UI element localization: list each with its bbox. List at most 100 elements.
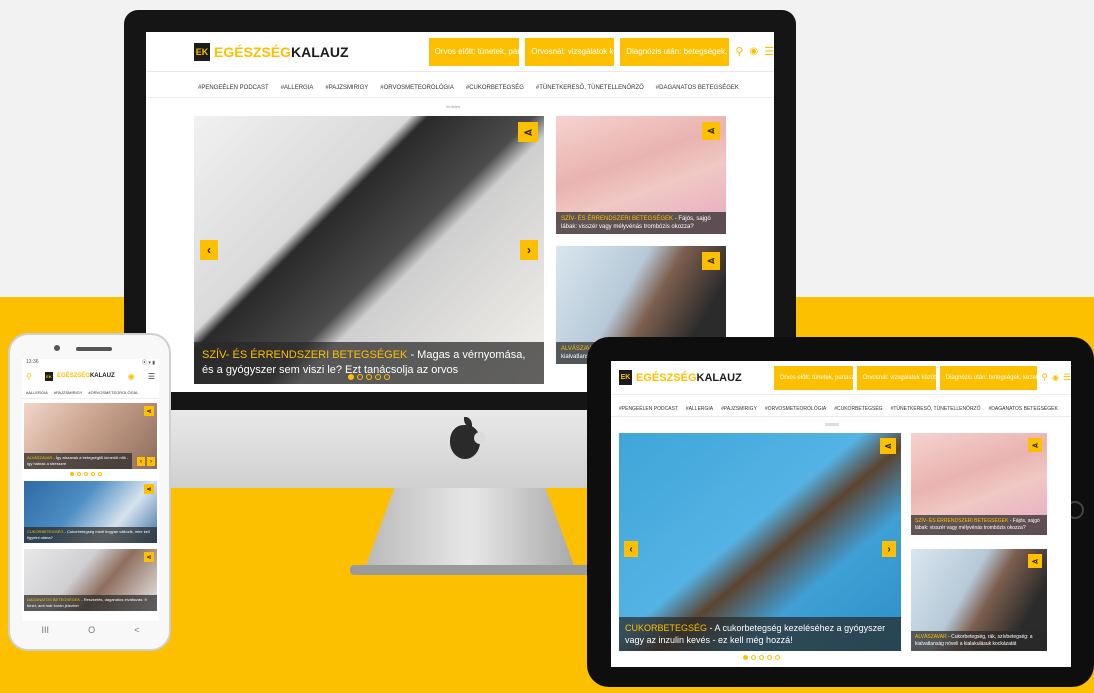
menu-at-doctor[interactable]: Orvosnál: vizsgálatok között ▾ [856,365,936,390]
user-icon[interactable]: ◉ [1052,373,1059,382]
side-category[interactable]: ALVÁSZAVAR [915,634,947,640]
carousel-dot[interactable] [84,472,88,476]
hamburger-icon[interactable]: ☰ [148,372,155,381]
share-icon[interactable]: ⋖ [518,122,538,142]
card-caption: DAGANATOS BETEGSÉGEK - Reszketés, dagana… [24,595,157,611]
tag-link[interactable]: #DAGANATOS BETEGSÉGEK [989,406,1058,412]
tablet-device: EK EGÉSZSÉG KALAUZ Orvos előtt: tünetek,… [587,337,1094,687]
user-icon[interactable]: ◉ [128,372,135,381]
share-icon[interactable]: ⋖ [702,252,720,270]
recent-apps-button[interactable]: III [42,625,50,635]
home-button[interactable]: O [88,625,95,635]
user-icon[interactable]: ◉ [749,46,758,57]
share-icon[interactable]: ⋖ [144,406,154,416]
chevron-right-icon[interactable]: › [147,457,155,466]
tag-link[interactable]: #ORVOSMETEOROLÓGIA [88,390,137,395]
hamburger-icon[interactable]: ☰ [764,45,774,58]
share-icon[interactable]: ⋖ [702,122,720,140]
carousel-dot[interactable] [759,655,764,660]
share-icon[interactable]: ⋖ [880,438,896,454]
tag-bar: #ALLERGIA #PAJZSMIRIGY #ORVOSMETEOROLÓGI… [22,387,159,399]
search-icon[interactable]: ⚲ [1041,372,1048,383]
share-icon[interactable]: ⋖ [144,552,154,562]
tag-link[interactable]: #PAJZSMIRIGY [54,390,83,395]
monitor-stand [365,488,575,568]
tag-bar: #PENGEÉLEN PODCAST #ALLERGIA #PAJZSMIRIG… [611,401,1071,417]
ad-bar [825,423,839,426]
tag-link[interactable]: #ALLERGIA [686,406,713,412]
hamburger-icon[interactable]: ☰ [1063,372,1071,383]
carousel-dot[interactable] [775,655,780,660]
carousel-dot[interactable] [366,374,372,380]
site-logo[interactable]: EK EGÉSZSÉG KALAUZ [44,371,115,381]
hero-article[interactable]: ⋖ ‹ › CUKORBETEGSÉG - A cukorbetegség ke… [619,433,901,651]
phone-card[interactable]: ⋖ DAGANATOS BETEGSÉGEK - Reszketés, daga… [24,549,157,611]
carousel-dot[interactable] [70,472,74,476]
carousel-dot[interactable] [357,374,363,380]
carousel-dot[interactable] [77,472,81,476]
site-logo[interactable]: EK EGÉSZSÉG KALAUZ [194,42,349,61]
phone-device: 13:36 ⦿ ▾ ▮ ⚲ EK EGÉSZSÉG KALAUZ ◉ ☰ #AL… [8,333,171,651]
search-icon[interactable]: ⚲ [26,372,32,381]
status-time: 13:36 [26,359,39,365]
search-icon[interactable]: ⚲ [735,45,743,58]
tag-link[interactable]: #CUKORBETEGSÉG [834,406,882,412]
carousel-dots [70,472,102,476]
menu-after-diagnosis[interactable]: Diagnózis után: betegségek, kezelések ▾ [939,365,1038,390]
side-article[interactable]: ⋖ SZÍV- ÉS ÉRRENDSZERI BETEGSÉGEK - Fájó… [556,116,726,234]
share-icon[interactable]: ⋖ [144,484,154,494]
card-category[interactable]: CUKORBETEGSÉG [27,529,63,534]
back-button[interactable]: < [134,625,139,635]
tag-link[interactable]: #TÜNETKERESŐ, TÜNETELLENŐRZŐ [536,85,644,91]
carousel-dot[interactable] [348,374,354,380]
phone-card[interactable]: ⋖ CUKORBETEGSÉG - Cukorbetegség miatt ho… [24,481,157,543]
menu-before-doctor[interactable]: Orvos előtt: tünetek, panaszok ▾ [773,365,853,390]
side-article[interactable]: ⋖ ALVÁSZAVAR - Cukorbetegség, rák, szívb… [911,549,1047,651]
carousel-dots [348,374,390,380]
tag-link[interactable]: #ALLERGIA [26,390,48,395]
carousel-dots [743,655,780,660]
site-header: ⚲ EK EGÉSZSÉG KALAUZ ◉ ☰ [22,367,159,385]
tag-link[interactable]: #PENGEÉLEN PODCAST [198,85,269,91]
chevron-right-icon[interactable]: › [520,240,538,260]
menu-at-doctor[interactable]: Orvosnál: vizsgálatok között ▾ [525,37,615,66]
hero-category[interactable]: CUKORBETEGSÉG [625,623,707,633]
menu-before-doctor[interactable]: Orvos előtt: tünetek, panaszok ▾ [428,37,520,66]
carousel-dot[interactable] [98,472,102,476]
carousel-dot[interactable] [375,374,381,380]
card-category[interactable]: ALVÁSZAVAR [27,455,52,460]
carousel-dot[interactable] [384,374,390,380]
phone-navbar: III O < [22,621,159,639]
card-caption: CUKORBETEGSÉG - Cukorbetegség miatt hogy… [24,527,157,543]
menu-after-diagnosis[interactable]: Diagnózis után: betegségek, kezelések ▾ [620,37,730,66]
tag-link[interactable]: #CUKORBETEGSÉG [466,85,524,91]
chevron-left-icon[interactable]: ‹ [624,541,638,557]
apple-logo-icon [450,417,486,459]
tag-link[interactable]: #TÜNETKERESŐ, TÜNETELLENŐRZŐ [891,406,981,412]
tag-link[interactable]: #PAJZSMIRIGY [325,85,368,91]
side-category[interactable]: SZÍV- ÉS ÉRRENDSZERI BETEGSÉGEK [915,518,1008,524]
carousel-dot[interactable] [751,655,756,660]
carousel-dot[interactable] [91,472,95,476]
tag-link[interactable]: #ALLERGIA [281,85,314,91]
chevron-left-icon[interactable]: ‹ [200,240,218,260]
tag-link[interactable]: #ORVOSMETEOROLÓGIA [380,85,454,91]
tag-link[interactable]: #PENGEÉLEN PODCAST [619,406,678,412]
card-category[interactable]: DAGANATOS BETEGSÉGEK [27,597,80,602]
phone-card[interactable]: ⋖ ‹ › ALVÁSZAVAR - Így alszanak a betegs… [24,403,157,469]
site-logo[interactable]: EK EGÉSZSÉG KALAUZ [619,370,742,385]
hero-category[interactable]: SZÍV- ÉS ÉRRENDSZERI BETEGSÉGEK [202,349,407,361]
chevron-left-icon[interactable]: ‹ [137,457,145,466]
chevron-right-icon[interactable]: › [882,541,896,557]
side-article[interactable]: ⋖ SZÍV- ÉS ÉRRENDSZERI BETEGSÉGEK - Fájó… [911,433,1047,535]
hero-article[interactable]: ⋖ ‹ › SZÍV- ÉS ÉRRENDSZERI BETEGSÉGEK - … [194,116,544,384]
share-icon[interactable]: ⋖ [1028,554,1042,568]
side-category[interactable]: SZÍV- ÉS ÉRRENDSZERI BETEGSÉGEK [561,216,673,222]
tag-link[interactable]: #PAJZSMIRIGY [721,406,757,412]
carousel-dot[interactable] [767,655,772,660]
tag-link[interactable]: #ORVOSMETEOROLÓGIA [765,406,826,412]
tag-link[interactable]: #DAGANATOS BETEGSÉGEK [656,85,739,91]
share-icon[interactable]: ⋖ [1028,438,1042,452]
phone-speaker [76,347,112,351]
carousel-dot[interactable] [743,655,748,660]
